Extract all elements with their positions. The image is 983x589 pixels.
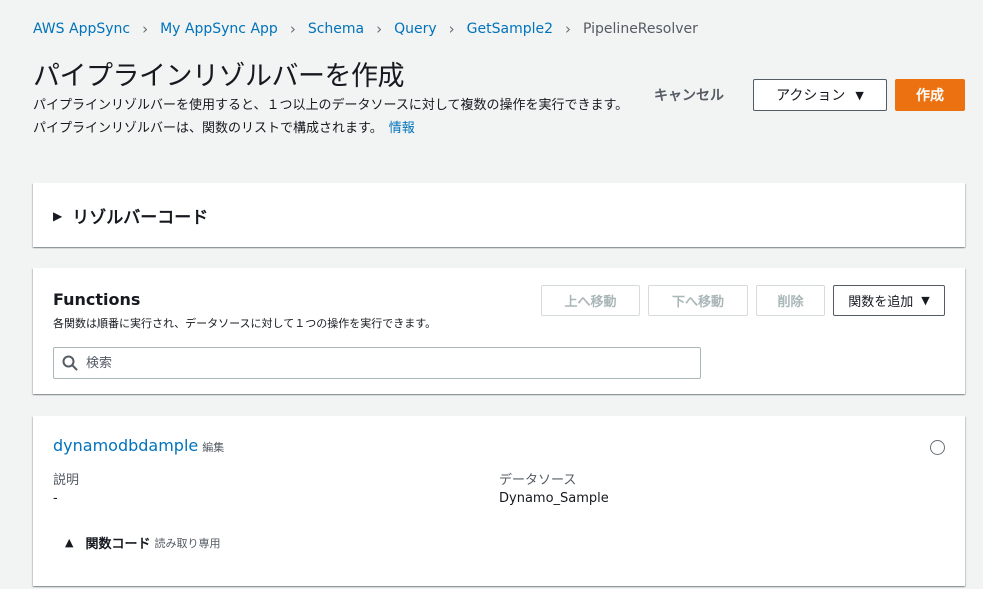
chevron-right-icon: › xyxy=(142,20,149,38)
resolver-code-toggle[interactable]: ▶ リゾルバーコード xyxy=(53,203,208,228)
breadcrumb-appsync[interactable]: AWS AppSync xyxy=(33,21,130,37)
datasource-value: Dynamo_Sample xyxy=(499,491,609,506)
search-box xyxy=(53,347,701,379)
function-name-row: dynamodbdample 編集 xyxy=(53,436,224,455)
function-edit-link[interactable]: 編集 xyxy=(202,441,224,454)
functions-panel: Functions 各関数は順番に実行され、データソースに対して１つの操作を実行… xyxy=(33,268,965,394)
cancel-button[interactable]: キャンセル xyxy=(640,80,738,110)
breadcrumb-current: PipelineResolver xyxy=(583,21,698,37)
function-card: dynamodbdample 編集 説明 - データソース Dynamo_Samp… xyxy=(33,416,965,586)
caret-up-icon: ▲ xyxy=(65,536,74,549)
breadcrumb: AWS AppSync › My AppSync App › Schema › … xyxy=(33,20,698,38)
move-down-button[interactable]: 下へ移動 xyxy=(648,285,748,316)
resolver-code-label: リゾルバーコード xyxy=(72,208,209,228)
description-value: - xyxy=(53,491,58,506)
search-input[interactable] xyxy=(86,355,646,371)
caret-down-icon: ▼ xyxy=(921,294,930,307)
breadcrumb-query[interactable]: Query xyxy=(394,21,437,37)
add-function-label: 関数を追加 xyxy=(848,295,914,310)
chevron-right-icon: › xyxy=(376,20,383,38)
info-link[interactable]: 情報 xyxy=(389,121,415,136)
function-name-link[interactable]: dynamodbdample xyxy=(53,436,198,455)
datasource-label: データソース xyxy=(499,473,577,488)
function-code-label: 関数コード xyxy=(85,537,151,552)
breadcrumb-schema[interactable]: Schema xyxy=(308,21,364,37)
resolver-code-panel: ▶ リゾルバーコード xyxy=(33,183,965,247)
chevron-right-icon: › xyxy=(565,20,572,38)
page-title: パイプラインリゾルバーを作成 xyxy=(33,61,405,92)
search-icon xyxy=(62,355,78,371)
functions-title: Functions xyxy=(53,290,141,309)
functions-subtitle: 各関数は順番に実行され、データソースに対して１つの操作を実行できます。 xyxy=(53,317,437,330)
chevron-right-icon: › xyxy=(448,20,455,38)
description-label: 説明 xyxy=(53,473,80,488)
create-button[interactable]: 作成 xyxy=(895,79,965,111)
function-code-toggle[interactable]: ▲ 関数コード 読み取り専用 xyxy=(65,533,220,552)
actions-label: アクション xyxy=(776,88,846,104)
caret-down-icon: ▼ xyxy=(855,88,864,102)
chevron-right-icon: › xyxy=(289,20,296,38)
description-text: パイプラインリゾルバーを使用すると、１つ以上のデータソースに対して複数の操作を実… xyxy=(33,98,629,136)
move-up-button[interactable]: 上へ移動 xyxy=(541,285,640,316)
add-function-button[interactable]: 関数を追加 ▼ xyxy=(833,285,945,316)
delete-button[interactable]: 削除 xyxy=(756,285,825,316)
caret-right-icon: ▶ xyxy=(53,208,63,223)
breadcrumb-app[interactable]: My AppSync App xyxy=(160,21,278,37)
function-select-radio[interactable] xyxy=(930,440,945,455)
readonly-label: 読み取り専用 xyxy=(154,536,221,550)
page-description: パイプラインリゾルバーを使用すると、１つ以上のデータソースに対して複数の操作を実… xyxy=(33,94,633,140)
actions-dropdown-button[interactable]: アクション ▼ xyxy=(753,79,887,111)
breadcrumb-getsample2[interactable]: GetSample2 xyxy=(467,21,553,37)
